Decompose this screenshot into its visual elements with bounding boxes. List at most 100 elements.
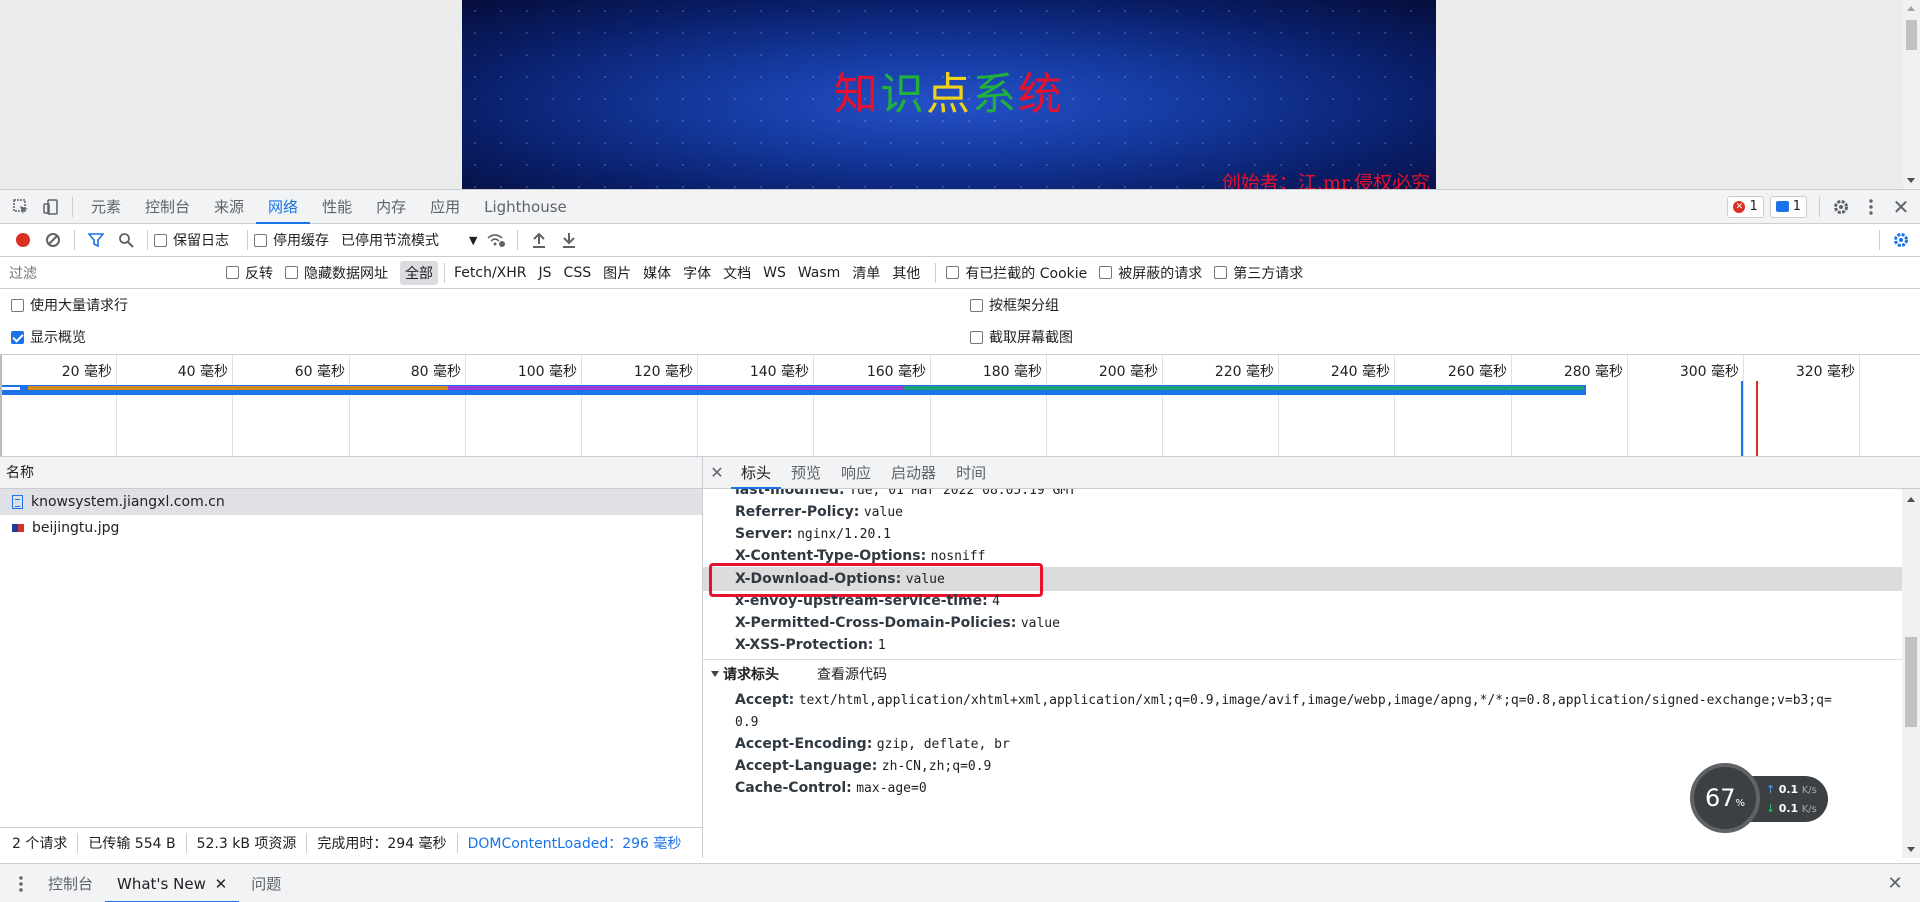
message-count-badge[interactable]: 1 — [1769, 195, 1807, 218]
big-request-rows-checkbox[interactable]: 使用大量请求行 — [11, 295, 128, 315]
more-options-icon[interactable] — [1856, 192, 1886, 222]
tab-preview[interactable]: 预览 — [781, 457, 831, 489]
filter-type-font[interactable]: 字体 — [678, 261, 716, 285]
view-source-link[interactable]: 查看源代码 — [817, 664, 887, 684]
expand-caret-icon[interactable] — [711, 670, 719, 677]
network-speed-widget[interactable]: ↑ 0.1 K/s ↓ 0.1 K/s 67% — [1690, 763, 1840, 833]
checkbox-box[interactable] — [285, 266, 298, 279]
tab-elements[interactable]: 元素 — [79, 190, 133, 224]
tab-performance[interactable]: 性能 — [310, 190, 364, 224]
close-drawer-icon[interactable]: ✕ — [1880, 869, 1910, 899]
page-scrollbar[interactable] — [1903, 0, 1920, 189]
preserve-log-checkbox[interactable]: 保留日志 — [154, 230, 229, 250]
filter-type-doc[interactable]: 文档 — [718, 261, 756, 285]
disable-cache-checkbox[interactable]: 停用缓存 — [254, 230, 329, 250]
filter-type-img[interactable]: 图片 — [598, 261, 636, 285]
tab-response[interactable]: 响应 — [831, 457, 881, 489]
settings-gear-icon[interactable] — [1826, 192, 1856, 222]
filter-type-other[interactable]: 其他 — [887, 261, 925, 285]
checkbox-box[interactable] — [254, 233, 267, 247]
tab-initiator[interactable]: 启动器 — [881, 457, 946, 489]
hide-data-urls-checkbox[interactable]: 隐藏数据网址 — [285, 263, 388, 283]
tab-timing[interactable]: 时间 — [946, 457, 996, 489]
filter-input[interactable] — [5, 261, 210, 284]
clear-icon[interactable] — [46, 233, 60, 247]
device-toolbar-icon[interactable] — [36, 192, 66, 222]
name-column-header[interactable]: 名称 — [0, 457, 702, 489]
close-tab-icon[interactable]: ✕ — [215, 875, 228, 893]
request-headers-section[interactable]: 请求标头 查看源代码 — [703, 659, 1902, 687]
filter-type-fetch-xhr[interactable]: Fetch/XHR — [449, 263, 532, 283]
checkbox-box[interactable] — [1099, 266, 1113, 279]
checkbox-box[interactable] — [1214, 266, 1228, 279]
response-header-row[interactable]: x-envoy-upstream-service-time: 4 — [735, 590, 1000, 612]
filter-type-css[interactable]: CSS — [559, 263, 597, 283]
request-header-row[interactable]: Accept: text/html,application/xhtml+xml,… — [735, 689, 1832, 711]
throttling-select[interactable]: 已停用节流模式 ▼ — [341, 230, 477, 250]
response-header-row[interactable]: Referrer-Policy: value — [735, 501, 903, 523]
request-header-row[interactable]: Accept-Language: zh-CN,zh;q=0.9 — [735, 755, 991, 777]
close-devtools-icon[interactable]: ✕ — [1886, 192, 1916, 222]
tab-network[interactable]: 网络 — [256, 190, 311, 224]
drawer-tab-issues[interactable]: 问题 — [239, 865, 293, 902]
tab-lighthouse[interactable]: Lighthouse — [472, 190, 579, 224]
invert-checkbox[interactable]: 反转 — [226, 263, 273, 283]
header-value: zh-CN,zh;q=0.9 — [881, 759, 992, 774]
checkbox-box-checked[interactable] — [11, 330, 24, 344]
tab-headers[interactable]: 标头 — [731, 457, 782, 489]
network-settings-gear-icon[interactable] — [1886, 225, 1916, 255]
network-overview-timeline[interactable]: 20 毫秒 40 毫秒 60 毫秒 80 毫秒 100 毫秒 120 毫秒 140 毫秒 16… — [0, 355, 1920, 457]
tab-sources[interactable]: 来源 — [202, 190, 256, 224]
tab-memory[interactable]: 内存 — [364, 190, 418, 224]
scroll-up-arrow-icon[interactable] — [1907, 497, 1915, 502]
checkbox-box[interactable] — [11, 298, 24, 312]
scroll-thumb[interactable] — [1905, 637, 1917, 727]
tab-application[interactable]: 应用 — [418, 190, 472, 224]
close-details-icon[interactable]: ✕ — [703, 463, 731, 482]
network-conditions-wifi-icon[interactable] — [481, 225, 511, 255]
search-icon[interactable] — [111, 225, 141, 255]
filter-type-media[interactable]: 媒体 — [638, 261, 676, 285]
scroll-thumb[interactable] — [1906, 20, 1917, 50]
checkbox-box[interactable] — [970, 298, 983, 312]
drawer-tab-whats-new[interactable]: What's New ✕ — [105, 865, 240, 902]
record-icon[interactable] — [16, 233, 30, 247]
inspect-element-icon[interactable] — [6, 192, 36, 222]
blocked-cookies-checkbox[interactable]: 有已拦截的 Cookie — [946, 263, 1087, 283]
filter-type-all[interactable]: 全部 — [400, 260, 438, 285]
request-header-row[interactable]: Accept-Encoding: gzip, deflate, br — [735, 733, 1010, 755]
checkbox-box[interactable] — [154, 233, 167, 247]
filter-type-ws[interactable]: WS — [758, 263, 791, 283]
tab-console[interactable]: 控制台 — [133, 190, 202, 224]
filter-type-js[interactable]: JS — [534, 263, 557, 283]
third-party-checkbox[interactable]: 第三方请求 — [1214, 263, 1303, 283]
blocked-requests-checkbox[interactable]: 被屏蔽的请求 — [1099, 263, 1202, 283]
request-header-row[interactable]: Cache-Control: max-age=0 — [735, 777, 927, 799]
scroll-down-arrow-icon[interactable] — [1907, 847, 1915, 852]
filter-funnel-icon[interactable] — [81, 225, 111, 255]
import-har-upload-icon[interactable] — [524, 225, 554, 255]
error-count-badge[interactable]: ✕ 1 — [1727, 195, 1764, 218]
filter-type-wasm[interactable]: Wasm — [793, 263, 845, 283]
image-file-icon — [12, 524, 24, 532]
response-header-row[interactable]: X-Permitted-Cross-Domain-Policies: value — [735, 612, 1060, 634]
capture-screenshots-checkbox[interactable]: 截取屏幕截图 — [970, 327, 1073, 347]
checkbox-box[interactable] — [946, 266, 960, 279]
response-header-row[interactable]: X-XSS-Protection: 1 — [735, 634, 886, 656]
details-scrollbar[interactable] — [1902, 489, 1920, 858]
request-row[interactable]: beijingtu.jpg — [0, 515, 702, 541]
response-header-row[interactable]: Server: nginx/1.20.1 — [735, 523, 891, 545]
response-header-row[interactable]: last-modified: Tue, 01 Mar 2022 08:05:19… — [735, 489, 1076, 501]
drawer-menu-icon[interactable] — [6, 869, 36, 899]
scroll-up-arrow-icon[interactable] — [1907, 6, 1915, 11]
disable-cache-label: 停用缓存 — [273, 233, 329, 249]
checkbox-box[interactable] — [970, 330, 983, 344]
drawer-tab-console[interactable]: 控制台 — [36, 865, 105, 902]
checkbox-box[interactable] — [226, 266, 239, 279]
request-row[interactable]: knowsystem.jiangxl.com.cn — [0, 489, 702, 515]
show-overview-checkbox[interactable]: 显示概览 — [11, 327, 86, 347]
group-by-frame-checkbox[interactable]: 按框架分组 — [970, 295, 1059, 315]
scroll-down-arrow-icon[interactable] — [1907, 178, 1915, 183]
filter-type-manifest[interactable]: 清单 — [847, 261, 885, 285]
export-har-download-icon[interactable] — [554, 225, 584, 255]
